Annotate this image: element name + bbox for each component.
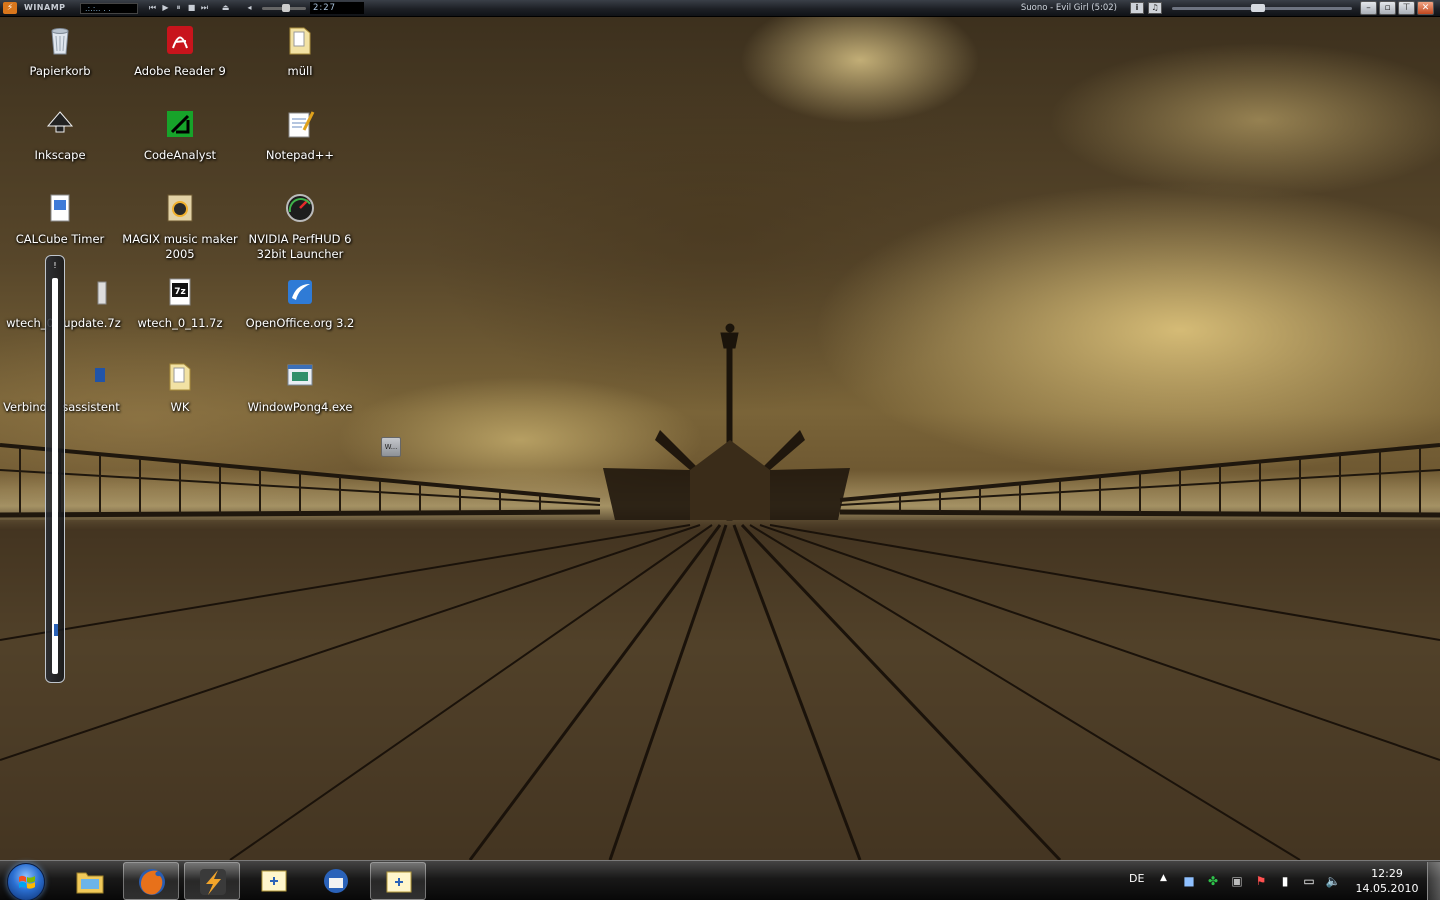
inkscape-icon <box>46 111 74 133</box>
desktop-icon-calcube[interactable]: CALCube Timer <box>0 192 120 247</box>
shade-button[interactable]: ⊤ <box>1398 1 1415 15</box>
explorer-icon <box>76 872 104 894</box>
playback-time: 2:27 <box>310 2 364 14</box>
clock-time: 12:29 <box>1371 867 1403 880</box>
taskbar-windowpong-active-button[interactable] <box>370 862 426 900</box>
speaker-icon[interactable]: 🔈 <box>1325 873 1341 889</box>
volume-icon: ◂ <box>247 3 252 12</box>
perfhud-icon <box>286 194 314 222</box>
volume-gadget[interactable]: ! <box>45 255 65 683</box>
desktop-icon-papierkorb[interactable]: Papierkorb <box>0 24 120 79</box>
tool-tray-icon[interactable]: ▣ <box>1229 873 1245 889</box>
language-indicator[interactable]: DE <box>1129 872 1144 885</box>
desktop-icon-muell[interactable]: müll <box>240 24 360 79</box>
restore-button[interactable]: ▫ <box>1379 1 1396 15</box>
taskbar-thunderbird-button[interactable] <box>308 862 364 900</box>
taskbar-firefox-button[interactable] <box>123 862 179 900</box>
action-center-flag-icon[interactable]: ⚑ <box>1253 873 1269 889</box>
folder-icon <box>169 363 191 391</box>
desktop-icon-perfhud[interactable]: NVIDIA PerfHUD 6 32bit Launcher <box>240 192 360 262</box>
usb-device-icon[interactable]: ▮ <box>1277 873 1293 889</box>
windowpong-icon <box>261 870 287 892</box>
info-button[interactable]: i <box>1130 2 1144 14</box>
stop-icon[interactable]: ■ <box>186 2 197 14</box>
pavilion <box>690 440 770 520</box>
desktop-icon-notepadpp[interactable]: Notepad++ <box>240 108 360 163</box>
seek-knob[interactable] <box>1251 4 1266 12</box>
show-hidden-icons-button[interactable]: ▲ <box>1160 873 1167 883</box>
adobe-reader-icon <box>167 26 193 54</box>
codeanalyst-icon <box>167 111 193 137</box>
svg-text:7z: 7z <box>174 287 186 297</box>
start-button[interactable] <box>7 863 45 900</box>
volume-knob[interactable] <box>282 4 291 12</box>
desktop-icon-magix[interactable]: MAGIX music maker 2005 <box>120 192 240 262</box>
next-icon[interactable]: ⏭ <box>199 2 210 14</box>
desktop-icon-windowpong[interactable]: WindowPong4.exe <box>240 360 360 415</box>
gadget-handle-icon[interactable]: ! <box>50 260 60 272</box>
desktop-icon-adobe-reader[interactable]: Adobe Reader 9 <box>120 24 240 79</box>
openoffice-icon <box>288 280 312 304</box>
archive-icon <box>97 281 107 305</box>
show-desktop-button[interactable] <box>1427 862 1440 900</box>
clover-tray-icon[interactable]: ✤ <box>1205 873 1221 889</box>
library-button[interactable]: ♫ <box>1148 2 1162 14</box>
thunderbird-icon <box>324 869 348 893</box>
taskbar-winamp-button[interactable] <box>184 862 240 900</box>
folder-icon <box>289 27 311 55</box>
minimize-button[interactable]: – <box>1360 1 1377 15</box>
taskbar: DE ▲ ■ ✤ ▣ ⚑ ▮ ▭ 🔈 12:29 14.05.2010 <box>0 860 1440 900</box>
previous-icon[interactable]: ⏮ <box>147 2 158 14</box>
magix-icon <box>167 194 193 222</box>
clock[interactable]: 12:29 14.05.2010 <box>1352 866 1422 896</box>
gadget-level <box>54 624 58 636</box>
network-icon <box>95 368 105 382</box>
play-icon[interactable]: ▶ <box>160 2 171 14</box>
taskbar-explorer-button[interactable] <box>62 862 118 900</box>
exe-icon <box>287 364 313 386</box>
eject-icon[interactable]: ⏏ <box>220 2 231 14</box>
winamp-visualizer[interactable]: .:.:.. . . <box>80 3 138 14</box>
desktop-icon-codeanalyst[interactable]: CodeAnalyst <box>120 108 240 163</box>
network-tray-icon[interactable]: ■ <box>1181 873 1197 889</box>
desktop-icon-inkscape[interactable]: Inkscape <box>0 108 120 163</box>
notepad-icon <box>288 111 315 138</box>
winamp-logo-icon[interactable]: ⚡ <box>3 2 17 14</box>
desktop-icon-wtech-0-11[interactable]: 7z wtech_0_11.7z <box>120 276 240 331</box>
desktop-icon-wk[interactable]: WK <box>120 360 240 415</box>
recycle-bin-icon <box>51 28 69 55</box>
windows-start-icon <box>19 875 35 889</box>
winamp-title: WINAMP <box>24 3 66 12</box>
desktop-icon-openoffice[interactable]: OpenOffice.org 3.2 <box>240 276 360 331</box>
pause-icon[interactable]: ⏸ <box>173 2 184 14</box>
calcube-icon <box>50 194 70 222</box>
network-status-icon[interactable]: ▭ <box>1301 873 1317 889</box>
gadget-track[interactable] <box>52 278 58 674</box>
winamp-bar: ⚡ WINAMP .:.:.. . . ⏮ ▶ ⏸ ■ ⏭ ⏏ ◂ 2:27 S… <box>0 0 1440 17</box>
track-title: Suono - Evil Girl (5:02) <box>1020 3 1117 13</box>
firefox-icon <box>139 869 165 895</box>
close-button[interactable]: ✕ <box>1417 1 1434 15</box>
taskbar-windowpong-button[interactable] <box>246 862 302 900</box>
deck <box>0 520 1440 860</box>
minimized-window[interactable]: W... <box>381 437 401 457</box>
clock-date: 14.05.2010 <box>1355 882 1419 895</box>
windowpong-icon <box>386 871 412 893</box>
winamp-icon <box>200 869 226 895</box>
7z-icon: 7z <box>169 278 191 306</box>
